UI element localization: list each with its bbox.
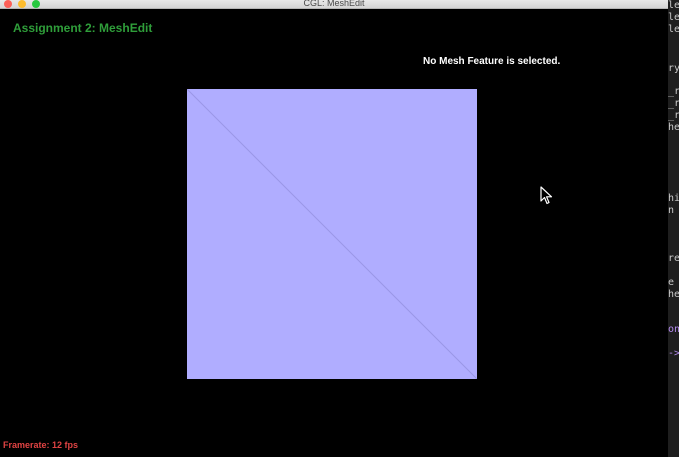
code-fragment: re bbox=[668, 253, 679, 264]
code-fragment: le bbox=[668, 24, 679, 35]
selection-status: No Mesh Feature is selected. bbox=[423, 56, 561, 67]
background-code-editor: le le le ry _r _r _r he hi n re e he on … bbox=[668, 0, 679, 457]
code-fragment: n bbox=[668, 205, 675, 216]
code-fragment: _r bbox=[668, 86, 679, 97]
mouse-cursor-icon bbox=[540, 186, 553, 205]
window-title: CGL: MeshEdit bbox=[303, 0, 365, 8]
mesh-viewport[interactable] bbox=[187, 89, 477, 379]
code-fragment: ry bbox=[668, 63, 679, 74]
code-fragment: -> bbox=[668, 348, 679, 359]
code-fragment: hi bbox=[668, 193, 679, 204]
meshedit-window: CGL: MeshEdit Assignment 2: MeshEdit No … bbox=[0, 0, 668, 457]
code-fragment: he bbox=[668, 289, 679, 300]
code-fragment: he bbox=[668, 122, 679, 133]
code-fragment: le bbox=[668, 0, 679, 11]
framerate-display: Framerate: 12 fps bbox=[3, 440, 79, 450]
code-fragment: on bbox=[668, 324, 679, 335]
code-fragment: _r bbox=[668, 98, 679, 109]
code-fragment: le bbox=[668, 12, 679, 23]
code-fragment: e bbox=[668, 277, 675, 288]
window-titlebar[interactable]: CGL: MeshEdit bbox=[0, 0, 668, 9]
app-title: Assignment 2: MeshEdit bbox=[13, 21, 153, 35]
code-fragment: _r bbox=[668, 110, 679, 121]
